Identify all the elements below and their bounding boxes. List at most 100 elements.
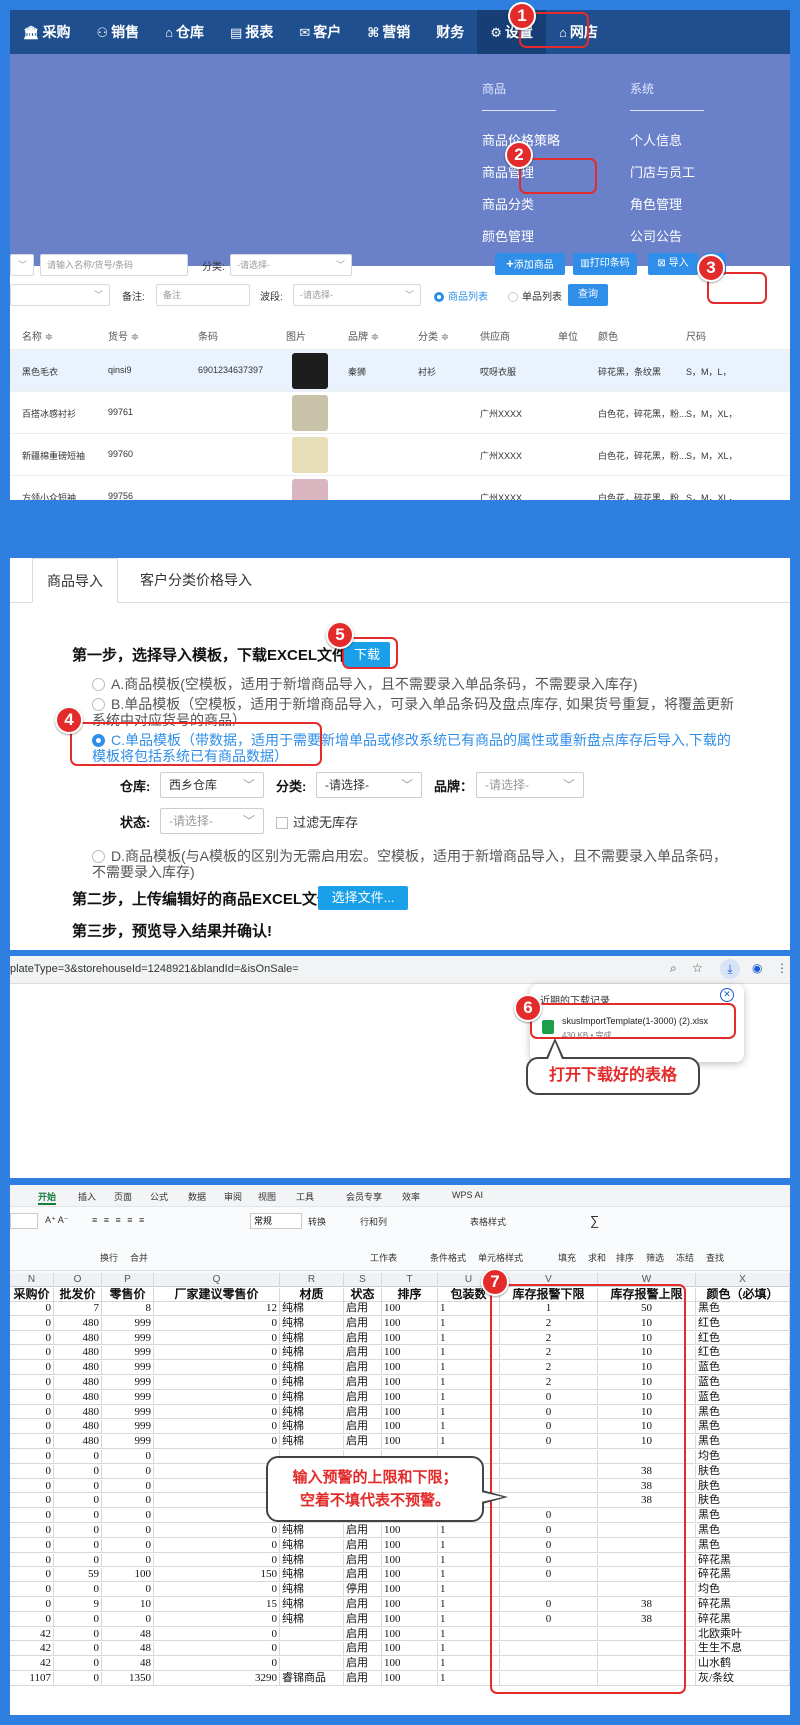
sheet-cell[interactable]: 480 — [54, 1376, 102, 1390]
sheet-cell[interactable]: 红色 — [696, 1331, 790, 1346]
sheet-cell[interactable]: 9 — [54, 1598, 102, 1612]
sheet-header-cell[interactable]: 状态 — [344, 1288, 382, 1302]
sheet-cell[interactable]: 480 — [54, 1331, 102, 1346]
column-letter-N[interactable]: N — [10, 1273, 54, 1287]
sheet-cell[interactable]: 100 — [382, 1390, 438, 1405]
sheet-cell[interactable] — [154, 1450, 280, 1464]
sheet-cell[interactable]: 蓝色 — [696, 1390, 790, 1405]
ribbon-tab-10[interactable]: WPS AI — [452, 1190, 483, 1200]
sheet-cell[interactable]: 0 — [10, 1405, 54, 1420]
menu-item-color-manage[interactable]: 颜色管理 — [482, 226, 534, 245]
sheet-cell[interactable]: 0 — [54, 1642, 102, 1657]
sheet-header-cell[interactable]: 厂家建议零售价 — [154, 1288, 280, 1302]
sheet-cell[interactable]: 红色 — [696, 1346, 790, 1361]
print-barcode-button[interactable]: ▥打印条码 — [573, 253, 637, 275]
sheet-cell[interactable]: 纯棉 — [280, 1568, 344, 1583]
filter-no-stock-checkbox[interactable]: 过滤无库存 — [276, 812, 358, 831]
sheet-cell[interactable]: 启用 — [344, 1361, 382, 1375]
font-grow-button[interactable]: A⁺ A⁻ — [45, 1215, 69, 1226]
sheet-header-cell[interactable]: 采购价 — [10, 1288, 54, 1302]
sheet-cell[interactable]: 纯棉 — [280, 1612, 344, 1627]
column-header-8[interactable]: 颜色 — [598, 328, 618, 343]
menu-item-store-staff[interactable]: 门店与员工 — [630, 162, 695, 181]
sheet-header-cell[interactable]: 零售价 — [102, 1288, 154, 1302]
ribbon-tab-0[interactable]: 开始 — [38, 1190, 57, 1205]
download-icon[interactable]: ⤓ — [720, 959, 740, 979]
sheet-cell[interactable]: 999 — [102, 1346, 154, 1361]
sheet-cell[interactable]: 纯棉 — [280, 1376, 344, 1390]
sheet-cell[interactable]: 0 — [54, 1450, 102, 1464]
warehouse-select[interactable]: 西乡仓库 ﹀ — [160, 772, 264, 798]
sheet-cell[interactable]: 黑色 — [696, 1435, 790, 1449]
sheet-cell[interactable]: 0 — [54, 1479, 102, 1494]
sheet-cell[interactable]: 0 — [54, 1657, 102, 1671]
search-input[interactable]: 请输入名称/货号/条码 — [40, 254, 188, 276]
worksheet-button[interactable]: 工作表 — [370, 1251, 397, 1264]
sheet-cell[interactable]: 100 — [382, 1435, 438, 1449]
sheet-cell[interactable]: 0 — [10, 1316, 54, 1331]
sheet-cell[interactable]: 启用 — [344, 1346, 382, 1361]
sheet-cell[interactable]: 999 — [102, 1390, 154, 1405]
sheet-cell[interactable]: 0 — [102, 1538, 154, 1553]
add-goods-button[interactable]: +添加商品 — [495, 253, 565, 275]
sheet-cell[interactable]: 0 — [102, 1524, 154, 1538]
column-header-0[interactable]: 名称 ≑ — [22, 328, 53, 343]
sheet-cell[interactable]: 肤色 — [696, 1494, 790, 1509]
sheet-cell[interactable]: 8 — [102, 1302, 154, 1316]
table-row[interactable]: 黑色毛衣 qinsi9 6901234637397 秦狮 衬衫 哎呀衣服 碎花黑，条纹黑 S，… — [10, 350, 790, 392]
sheet-cell[interactable]: 纯棉 — [280, 1346, 344, 1361]
sheet-cell[interactable]: 0 — [10, 1302, 54, 1316]
sheet-cell[interactable]: 启用 — [344, 1538, 382, 1553]
note-input[interactable]: 备注 — [156, 284, 250, 306]
sheet-cell[interactable]: 启用 — [344, 1331, 382, 1346]
sheet-cell[interactable] — [280, 1627, 344, 1642]
sheet-cell[interactable]: 0 — [154, 1538, 280, 1553]
nav-item-1[interactable]: ⚇ 销售 — [84, 10, 153, 54]
column-letter-R[interactable]: R — [280, 1273, 344, 1287]
sheet-cell[interactable]: 0 — [102, 1509, 154, 1523]
star-icon[interactable]: ☆ — [692, 961, 703, 975]
sheet-cell[interactable]: 纯棉 — [280, 1361, 344, 1375]
sheet-cell[interactable]: 0 — [10, 1435, 54, 1449]
sheet-cell[interactable]: 0 — [10, 1390, 54, 1405]
find-button[interactable]: 查找 — [706, 1251, 724, 1264]
sum-icon[interactable]: ∑ — [590, 1213, 599, 1228]
sheet-cell[interactable]: 0 — [10, 1598, 54, 1612]
sheet-cell[interactable]: 0 — [10, 1583, 54, 1597]
sheet-cell[interactable]: 0 — [154, 1346, 280, 1361]
sheet-cell[interactable] — [154, 1479, 280, 1494]
sheet-cell[interactable]: 100 — [382, 1420, 438, 1435]
column-letter-P[interactable]: P — [102, 1273, 154, 1287]
profile-icon[interactable]: ◉ — [752, 961, 762, 975]
sheet-cell[interactable]: 12 — [154, 1302, 280, 1316]
sheet-cell[interactable]: 100 — [382, 1331, 438, 1346]
sheet-cell[interactable]: 0 — [10, 1346, 54, 1361]
menu-item-announcement[interactable]: 公司公告 — [630, 226, 682, 245]
sheet-cell[interactable]: 0 — [10, 1509, 54, 1523]
sheet-cell[interactable]: 480 — [54, 1316, 102, 1331]
sheet-cell[interactable]: 肤色 — [696, 1464, 790, 1479]
sheet-cell[interactable]: 黑色 — [696, 1509, 790, 1523]
merge-button[interactable]: 合并 — [130, 1251, 148, 1264]
sheet-cell[interactable]: 碎花黑 — [696, 1598, 790, 1612]
sheet-cell[interactable]: 黑色 — [696, 1524, 790, 1538]
ribbon-tab-2[interactable]: 页面 — [114, 1190, 132, 1203]
column-letter-Q[interactable]: Q — [154, 1273, 280, 1287]
nav-item-6[interactable]: 财务 — [423, 10, 477, 54]
sheet-cell[interactable]: 0 — [154, 1627, 280, 1642]
sheet-cell[interactable]: 停用 — [344, 1583, 382, 1597]
sheet-cell[interactable]: 150 — [154, 1568, 280, 1583]
sheet-cell[interactable]: 黑色 — [696, 1405, 790, 1420]
address-bar[interactable]: plateType=3&storehouseId=1248921&blandId… — [10, 963, 299, 975]
status-select[interactable]: -请选择- ﹀ — [160, 808, 264, 834]
sheet-cell[interactable]: 启用 — [344, 1435, 382, 1449]
sheet-cell[interactable]: 启用 — [344, 1302, 382, 1316]
sheet-cell[interactable]: 1107 — [10, 1672, 54, 1686]
sheet-cell[interactable]: 480 — [54, 1361, 102, 1375]
sheet-cell[interactable]: 100 — [382, 1657, 438, 1671]
filter-button[interactable]: 筛选 — [646, 1251, 664, 1264]
nav-item-5[interactable]: ⌘ 营销 — [354, 10, 423, 54]
menu-item-personal-info[interactable]: 个人信息 — [630, 130, 682, 149]
sheet-cell[interactable]: 0 — [154, 1553, 280, 1568]
sheet-cell[interactable] — [280, 1642, 344, 1657]
